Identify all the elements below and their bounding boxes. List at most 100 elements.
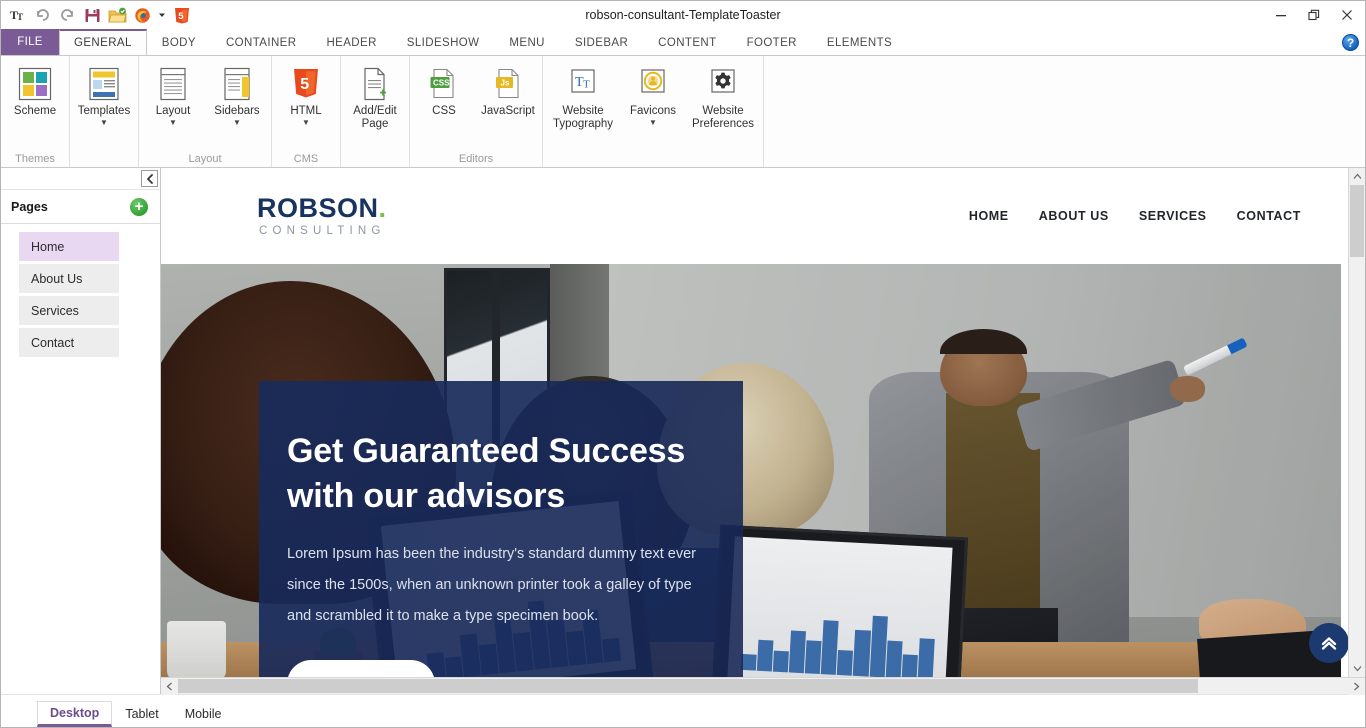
vertical-scroll-track[interactable]: [1349, 185, 1365, 660]
website-typography-label: Website Typography: [552, 105, 614, 130]
browser-dropdown-caret[interactable]: [155, 3, 169, 27]
page-item-services[interactable]: Services: [19, 296, 119, 326]
javascript-button[interactable]: Js JavaScript: [476, 62, 540, 119]
tab-slideshow[interactable]: SLIDESHOW: [392, 29, 495, 55]
chevron-down-icon[interactable]: ▼: [100, 119, 108, 127]
add-page-button[interactable]: +: [130, 197, 148, 216]
hero-paragraph: Lorem Ipsum has been the industry's stan…: [287, 546, 696, 624]
ribbon-group-cms: 5 HTML ▼ CMS: [272, 56, 341, 167]
firefox-preview-icon[interactable]: [130, 3, 155, 27]
nav-link-services[interactable]: SERVICES: [1139, 209, 1207, 223]
tab-menu[interactable]: MENU: [494, 29, 559, 55]
chevron-down-icon[interactable]: ▼: [169, 119, 177, 127]
nav-link-home[interactable]: HOME: [969, 209, 1009, 223]
css-button[interactable]: CSS CSS: [412, 62, 476, 119]
gear-icon: [708, 65, 738, 103]
ribbon-group-templates: Templates ▼: [70, 56, 139, 167]
tab-body[interactable]: BODY: [147, 29, 211, 55]
scheme-button[interactable]: Scheme: [3, 62, 67, 119]
favicon-icon: [638, 65, 668, 103]
scroll-right-arrow[interactable]: [1348, 678, 1365, 695]
scheme-label: Scheme: [13, 105, 57, 117]
typography-icon: TT: [568, 65, 598, 103]
close-button[interactable]: [1330, 2, 1363, 28]
scroll-up-arrow[interactable]: [1349, 168, 1365, 185]
templates-button[interactable]: Templates ▼: [72, 62, 136, 128]
tab-file[interactable]: FILE: [1, 29, 59, 55]
hero-text-overlay: Get Guaranteed Success with our advisors…: [259, 381, 743, 677]
help-icon[interactable]: ?: [1342, 34, 1359, 51]
sidebars-button[interactable]: Sidebars ▼: [205, 62, 269, 128]
tab-header[interactable]: HEADER: [311, 29, 391, 55]
add-edit-page-label: Add/Edit Page: [353, 105, 397, 130]
open-folder-icon[interactable]: [105, 3, 130, 27]
ribbon-group-themes: Scheme Themes: [1, 56, 70, 167]
application-window: TT 5 robson-consultant-TemplateToaster F…: [0, 0, 1366, 728]
page-item-contact[interactable]: Contact: [19, 328, 119, 358]
text-size-icon[interactable]: TT: [5, 3, 30, 27]
hero-heading: Get Guaranteed Success with our advisors: [287, 429, 699, 519]
tab-general[interactable]: GENERAL: [59, 29, 147, 55]
get-in-touch-button[interactable]: Get In Touch: [287, 660, 435, 677]
device-preview-bar: Desktop Tablet Mobile: [1, 694, 1365, 727]
ribbon-group-label-cms: CMS: [293, 153, 319, 165]
add-edit-page-icon: [360, 65, 390, 103]
save-icon[interactable]: [80, 3, 105, 27]
horizontal-scroll-thumb[interactable]: [178, 679, 1198, 693]
ribbon-group-page: Add/Edit Page: [341, 56, 410, 167]
site-header: ROBSON. CONSULTING HOME ABOUT US SERVICE…: [161, 168, 1341, 264]
preview-vertical-scrollbar[interactable]: [1348, 168, 1365, 677]
favicons-button[interactable]: Favicons ▼: [621, 62, 685, 128]
ribbon-group-label-page: [343, 152, 407, 167]
device-tab-tablet[interactable]: Tablet: [112, 701, 171, 727]
js-file-icon: Js: [492, 65, 524, 103]
ribbon-group-label-templates: [72, 152, 136, 167]
svg-text:5: 5: [178, 11, 184, 22]
sidebars-icon: [222, 65, 252, 103]
device-tab-desktop[interactable]: Desktop: [37, 701, 113, 727]
svg-text:CSS: CSS: [433, 78, 450, 87]
tab-sidebar[interactable]: SIDEBAR: [560, 29, 643, 55]
minimize-button[interactable]: [1264, 2, 1297, 28]
horizontal-scroll-track[interactable]: [178, 678, 1348, 694]
preview-horizontal-scrollbar[interactable]: [161, 677, 1365, 695]
website-preview-canvas: ROBSON. CONSULTING HOME ABOUT US SERVICE…: [161, 168, 1365, 677]
svg-text:T: T: [17, 12, 23, 22]
scroll-to-top-button[interactable]: [1309, 623, 1349, 663]
scroll-down-arrow[interactable]: [1349, 660, 1365, 677]
website-typography-button[interactable]: TT Website Typography: [545, 62, 621, 132]
javascript-label: JavaScript: [481, 105, 535, 117]
quick-access-toolbar: TT 5: [1, 1, 194, 29]
undo-icon[interactable]: [30, 3, 55, 27]
vertical-scroll-thumb[interactable]: [1350, 185, 1364, 257]
ribbon-group-editors: CSS CSS Js JavaScript Editors: [410, 56, 543, 167]
tab-content[interactable]: CONTENT: [643, 29, 731, 55]
page-item-about-us[interactable]: About Us: [19, 264, 119, 294]
layout-button[interactable]: Layout ▼: [141, 62, 205, 128]
nav-link-about-us[interactable]: ABOUT US: [1039, 209, 1109, 223]
html5-icon: 5: [291, 65, 321, 103]
tab-footer[interactable]: FOOTER: [732, 29, 812, 55]
tab-elements[interactable]: ELEMENTS: [812, 29, 907, 55]
collapse-panel-button[interactable]: [141, 170, 158, 187]
nav-link-contact[interactable]: CONTACT: [1237, 209, 1301, 223]
device-tab-mobile[interactable]: Mobile: [172, 701, 235, 727]
html5-export-icon[interactable]: 5: [169, 3, 194, 27]
chevron-down-icon[interactable]: ▼: [649, 119, 657, 127]
redo-icon[interactable]: [55, 3, 80, 27]
restore-button[interactable]: [1297, 2, 1330, 28]
ribbon-group-website: TT Website Typography Favicons ▼ Website…: [543, 56, 764, 167]
page-item-home[interactable]: Home: [19, 232, 119, 262]
hero-heading-line2: with our advisors: [287, 477, 566, 515]
chevron-down-icon[interactable]: ▼: [302, 119, 310, 127]
site-logo[interactable]: ROBSON. CONSULTING: [257, 194, 387, 238]
tab-container[interactable]: CONTAINER: [211, 29, 311, 55]
website-preferences-button[interactable]: Website Preferences: [685, 62, 761, 132]
scroll-left-arrow[interactable]: [161, 678, 178, 695]
panel-top-bar: [1, 168, 160, 190]
ribbon-toolbar: Scheme Themes Templates ▼ Layout ▼ Sideb…: [1, 55, 1365, 168]
svg-text:5: 5: [300, 76, 309, 93]
chevron-down-icon[interactable]: ▼: [233, 119, 241, 127]
html-button[interactable]: 5 HTML ▼: [274, 62, 338, 128]
add-edit-page-button[interactable]: Add/Edit Page: [343, 62, 407, 132]
